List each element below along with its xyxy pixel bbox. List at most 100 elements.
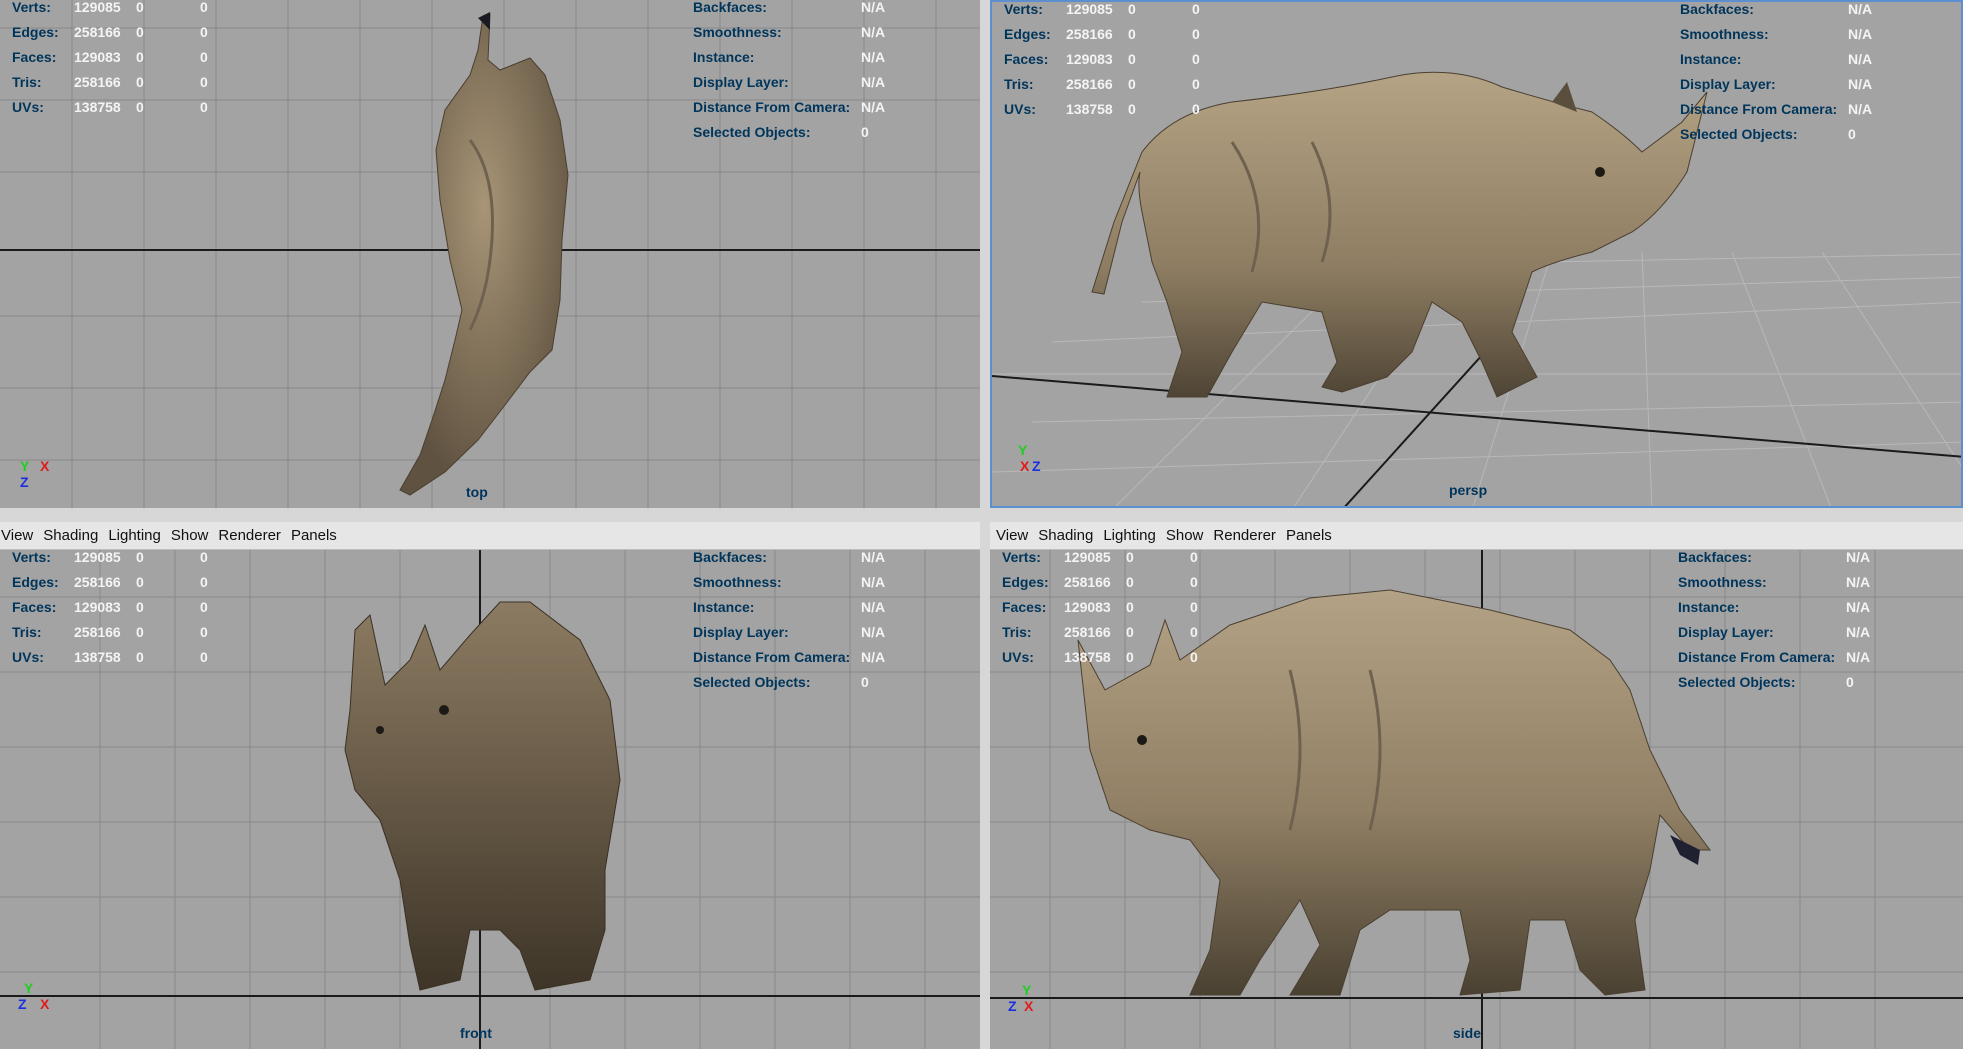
- menu-show[interactable]: Show: [1165, 527, 1213, 544]
- hud-label: Display Layer:: [693, 624, 789, 640]
- hud-value: 0: [136, 99, 144, 115]
- menu-renderer[interactable]: Renderer: [217, 527, 290, 544]
- viewport-panel-side[interactable]: View Shading Lighting Show Renderer Pane…: [990, 522, 1963, 1049]
- menu-show[interactable]: Show: [170, 527, 218, 544]
- hud-label: Edges:: [12, 574, 59, 590]
- hud-value: 0: [200, 624, 208, 640]
- hud-value: 258166: [74, 574, 121, 590]
- hud-value: 129083: [1064, 599, 1111, 615]
- hud-value: 0: [1128, 26, 1136, 42]
- viewport-panel-top[interactable]: Verts: 129085 0 0 Edges: 258166 0 0 Faces: 1290…: [0, 0, 980, 508]
- viewport-panel-persp[interactable]: Verts: 129085 0 0 Edges: 258166 0 0 Faces: 1290…: [990, 0, 1963, 508]
- viewport-front[interactable]: [0, 550, 980, 1049]
- hud-value: 258166: [74, 24, 121, 40]
- hud-value: N/A: [861, 24, 886, 40]
- camera-name: side: [1453, 1025, 1482, 1041]
- rhino-model-front[interactable]: [0, 550, 980, 1049]
- hud-label: Selected Objects:: [693, 124, 811, 140]
- hud-value: 0: [200, 0, 208, 15]
- hud-value: N/A: [861, 549, 886, 565]
- hud-label: Smoothness:: [1678, 574, 1767, 590]
- hud-value: 129083: [1066, 51, 1113, 67]
- hud-label: Faces:: [12, 49, 57, 65]
- hud-value: 0: [1126, 574, 1134, 590]
- hud-value: 0: [200, 49, 208, 65]
- hud-value: 0: [1192, 51, 1200, 67]
- axis-x-label: X: [1024, 998, 1034, 1014]
- hud-value: 0: [1192, 101, 1200, 117]
- hud-label: Faces:: [1004, 51, 1049, 67]
- hud-value: 0: [1190, 549, 1198, 565]
- hud-label: Verts:: [1004, 1, 1043, 17]
- hud-value: 0: [136, 74, 144, 90]
- camera-name: top: [466, 484, 488, 500]
- hud-value: 0: [136, 49, 144, 65]
- hud-label: Tris:: [1004, 76, 1034, 92]
- hud-value: 0: [1128, 76, 1136, 92]
- menu-panels[interactable]: Panels: [1285, 527, 1341, 544]
- hud-value: N/A: [861, 74, 886, 90]
- view-axis-icon: Y Z X: [1008, 982, 1038, 1016]
- hud-label: Selected Objects:: [1678, 674, 1796, 690]
- menu-shading[interactable]: Shading: [42, 527, 107, 544]
- hud-value: N/A: [861, 99, 886, 115]
- hud-value: 0: [1846, 674, 1854, 690]
- axis-y-label: Y: [24, 980, 34, 996]
- hud-value: N/A: [1848, 1, 1873, 17]
- hud-value: 0: [1190, 649, 1198, 665]
- hud-value: 138758: [74, 649, 121, 665]
- panel-divider-vertical[interactable]: [980, 0, 990, 1049]
- hud-value: 0: [1126, 549, 1134, 565]
- hud-value: 0: [861, 674, 869, 690]
- axis-y-label: Y: [1018, 442, 1028, 458]
- hud-label: UVs:: [1004, 101, 1036, 117]
- menu-view[interactable]: View: [0, 527, 42, 544]
- hud-value: 129083: [74, 49, 121, 65]
- menu-panels[interactable]: Panels: [290, 527, 346, 544]
- viewport-persp[interactable]: [992, 2, 1961, 506]
- camera-name: persp: [1449, 482, 1488, 498]
- hud-value: 0: [861, 124, 869, 140]
- hud-value: 0: [200, 99, 208, 115]
- menu-lighting[interactable]: Lighting: [1102, 527, 1165, 544]
- rhino-model-side[interactable]: [990, 550, 1963, 1049]
- hud-value: 258166: [1066, 76, 1113, 92]
- hud-value: 258166: [74, 624, 121, 640]
- hud-value: 0: [1192, 1, 1200, 17]
- hud-value: 0: [1190, 624, 1198, 640]
- hud-value: 0: [136, 574, 144, 590]
- panel-menu-bar: View Shading Lighting Show Renderer Pane…: [990, 522, 1963, 550]
- menu-renderer[interactable]: Renderer: [1212, 527, 1285, 544]
- hud-label: Backfaces:: [1680, 1, 1754, 17]
- hud-value: 0: [1190, 574, 1198, 590]
- hud-value: 129085: [74, 549, 121, 565]
- menu-view[interactable]: View: [990, 527, 1037, 544]
- hud-value: 0: [200, 74, 208, 90]
- hud-value: N/A: [861, 649, 886, 665]
- menu-lighting[interactable]: Lighting: [107, 527, 170, 544]
- rhino-model-persp[interactable]: [992, 2, 1961, 506]
- hud-value: 0: [1128, 1, 1136, 17]
- rhino-model-top[interactable]: [0, 0, 980, 508]
- viewport-side[interactable]: [990, 550, 1963, 1049]
- axis-x-label: X: [1020, 458, 1030, 474]
- hud-value: 0: [1126, 649, 1134, 665]
- viewport-top[interactable]: [0, 0, 980, 508]
- menu-shading[interactable]: Shading: [1037, 527, 1102, 544]
- hud-label: Backfaces:: [693, 0, 767, 15]
- hud-value: 0: [1848, 126, 1856, 142]
- hud-value: 0: [1192, 76, 1200, 92]
- hud-label: Backfaces:: [693, 549, 767, 565]
- axis-z-label: Z: [18, 996, 27, 1012]
- view-axis-icon: Y X Z: [18, 458, 49, 492]
- hud-value: 258166: [74, 74, 121, 90]
- viewport-panel-front[interactable]: View Shading Lighting Show Renderer Pane…: [0, 522, 980, 1049]
- hud-value: N/A: [861, 624, 886, 640]
- hud-label: UVs:: [12, 99, 44, 115]
- hud-value: N/A: [1846, 649, 1871, 665]
- hud-value: 129085: [1064, 549, 1111, 565]
- hud-label: Faces:: [12, 599, 57, 615]
- hud-value: N/A: [861, 0, 886, 15]
- hud-label: Distance From Camera:: [693, 649, 851, 665]
- panel-divider-horizontal[interactable]: [0, 508, 1963, 522]
